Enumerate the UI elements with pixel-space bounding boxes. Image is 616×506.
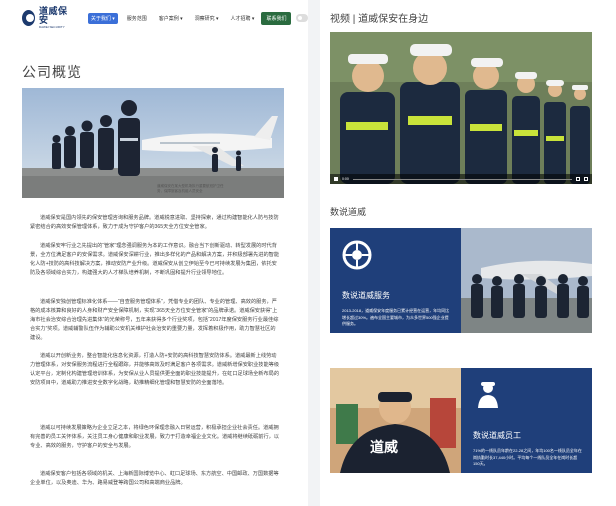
card-description: 71%的一线队员年龄在22-28之间，年均100名一线队员全年在岗执勤时长37,… [473,448,582,466]
wheel-icon [342,240,372,270]
language-toggle[interactable] [296,14,308,22]
column-divider [308,0,320,506]
paragraph-intro: 道威保安是国内领先的保安管理咨询和服务品牌。道威锐意进取、坚持探索，通过构建智能… [30,215,279,230]
paragraph-philosophy: 道威保安牢行业之先提出的“管家”理念强调服务为本的工作意识。融合当下创新驱动、转… [30,243,280,276]
logo-icon [22,10,35,26]
nav-menu: 关于我们 ▾ 服务范围 客户案例 ▾ 洞察研究 ▾ 人才招聘 ▾ [87,12,258,24]
card-title: 数说道威服务 [342,291,390,300]
svg-text:道威: 道威 [370,439,398,455]
nav-item-cases[interactable]: 客户案例 ▾ [156,13,186,24]
fullscreen-icon[interactable] [584,177,588,181]
video-controls: 0:00 [330,174,592,184]
logo-name: 道威保安 [38,6,68,25]
nav-item-about[interactable]: 关于我们 ▾ [87,12,118,24]
play-icon[interactable] [334,177,338,181]
hero-caption: 道威保安在某大型机场执行重要航班护卫任务，保障旅客及机组人员安全 [157,184,224,193]
nav-item-services[interactable]: 服务范围 [124,13,150,24]
paragraph-innovation: 道威以开创新业务，整合智能化信息化资源，打造人防+安防的高科技智慧安防体系。道威… [30,353,280,386]
police-lineup-video-frame [330,32,592,184]
guard-icon [478,382,498,408]
video-progress[interactable] [352,178,572,180]
paragraph-clients: 道威保安客户包括各领域的机关、上海新国际博览中心、虹口足球场、东方航空、中国邮政… [30,471,279,486]
video-heading: 视频 | 道威保安在身边 [330,14,429,25]
nav-item-careers[interactable]: 人才招聘 ▾ [228,13,258,24]
top-navigation: 道威保安 DAWEI SECURITY 关于我们 ▾ 服务范围 客户案例 ▾ 洞… [0,0,308,36]
sidebar-column: 视频 | 道威保安在身边 0:00 数说道威 数说道威服务 2013-2018，… [320,0,616,506]
hero-image: 道威保安在某大型机场执行重要航班护卫任务，保障旅客及机组人员安全 [22,88,284,198]
card-description: 2013-2018，道威保安年度服务已累计经营在运营，年均同比增长超过30%。遍… [342,308,450,326]
page-title: 公司概览 [22,64,82,80]
airport-guards-photo [22,88,284,198]
service-stats-card[interactable]: 数说道威服务 2013-2018，道威保安年度服务已累计经营在运营，年均同比增长… [330,228,592,333]
stats-heading: 数说道威 [330,207,367,217]
logo-subtitle: DAWEI SECURITY [38,25,65,29]
logo[interactable]: 道威保安 DAWEI SECURITY [22,7,70,29]
volume-icon[interactable] [576,177,580,181]
paragraph-responsibility: 道威以可持续发展策略为企业立足之本，将绿色环保理念融入日常运营，积极承担企业社会… [30,425,280,449]
contact-button[interactable]: 联系我们 [261,11,292,25]
staff-stats-card[interactable]: 道威 数说道威员工 71%的一线队员年龄在22-28之间，年均100名一线队员全… [330,368,592,473]
paragraph-standards: 道威保安独创管理标准化体系——“自查服务管理体系”，凭借专业的团队、专业的管理、… [30,299,279,341]
nav-item-insights[interactable]: 洞察研究 ▾ [192,13,222,24]
aircraft-guards-photo [461,228,592,333]
video-player[interactable]: 0:00 [330,32,592,184]
content-column: 道威保安 DAWEI SECURITY 关于我们 ▾ 服务范围 客户案例 ▾ 洞… [0,0,308,506]
guard-portrait-photo: 道威 [330,368,461,473]
card-title: 数说道威员工 [473,431,521,440]
video-time: 0:00 [342,177,349,181]
page: 道威保安 DAWEI SECURITY 关于我们 ▾ 服务范围 客户案例 ▾ 洞… [0,0,616,506]
